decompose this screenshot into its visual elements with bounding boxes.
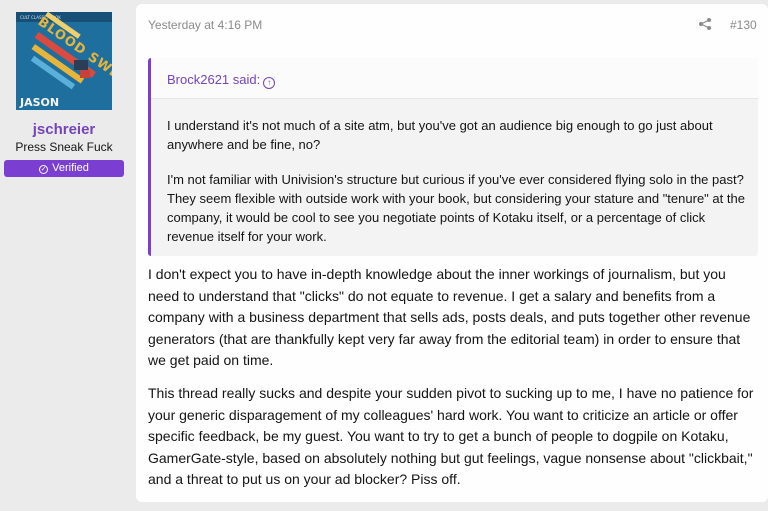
post-date[interactable]: Yesterday at 4:16 PM [148, 18, 262, 32]
post-number[interactable]: #130 [730, 18, 757, 32]
quote-header: Brock2621 said: ↑ [151, 58, 758, 99]
share-icon[interactable] [698, 17, 712, 31]
quote-block: Brock2621 said: ↑ I understand it's not m… [148, 58, 758, 256]
user-column: CULT CLASSIC BOOK BLOOD SWEAT AND PIXELS… [0, 0, 132, 511]
check-icon: ✓ [39, 165, 49, 174]
post-paragraph: I don't expect you to have in-depth know… [148, 266, 751, 368]
quote-author[interactable]: Brock2621 said: ↑ [167, 72, 276, 89]
user-title: Press Sneak Fuck [15, 140, 113, 154]
quote-author-label: Brock2621 said: [167, 72, 261, 87]
verified-badge: ✓ Verified [4, 160, 124, 177]
post-paragraph: This thread really sucks and despite you… [148, 385, 754, 487]
avatar[interactable]: CULT CLASSIC BOOK BLOOD SWEAT AND PIXELS… [16, 12, 112, 110]
username[interactable]: jschreier [0, 121, 128, 138]
verified-label: Verified [52, 162, 89, 174]
post: Yesterday at 4:16 PM #130 Brock2621 said… [136, 4, 768, 502]
avatar-author: JASON [19, 96, 59, 109]
avatar-image: CULT CLASSIC BOOK BLOOD SWEAT AND PIXELS… [16, 12, 112, 110]
quote-paragraph: I understand it's not much of a site atm… [167, 118, 713, 152]
quote-paragraph: I'm not familiar with Univision's struct… [167, 172, 745, 244]
arrow-up-circle-icon[interactable]: ↑ [263, 77, 276, 89]
